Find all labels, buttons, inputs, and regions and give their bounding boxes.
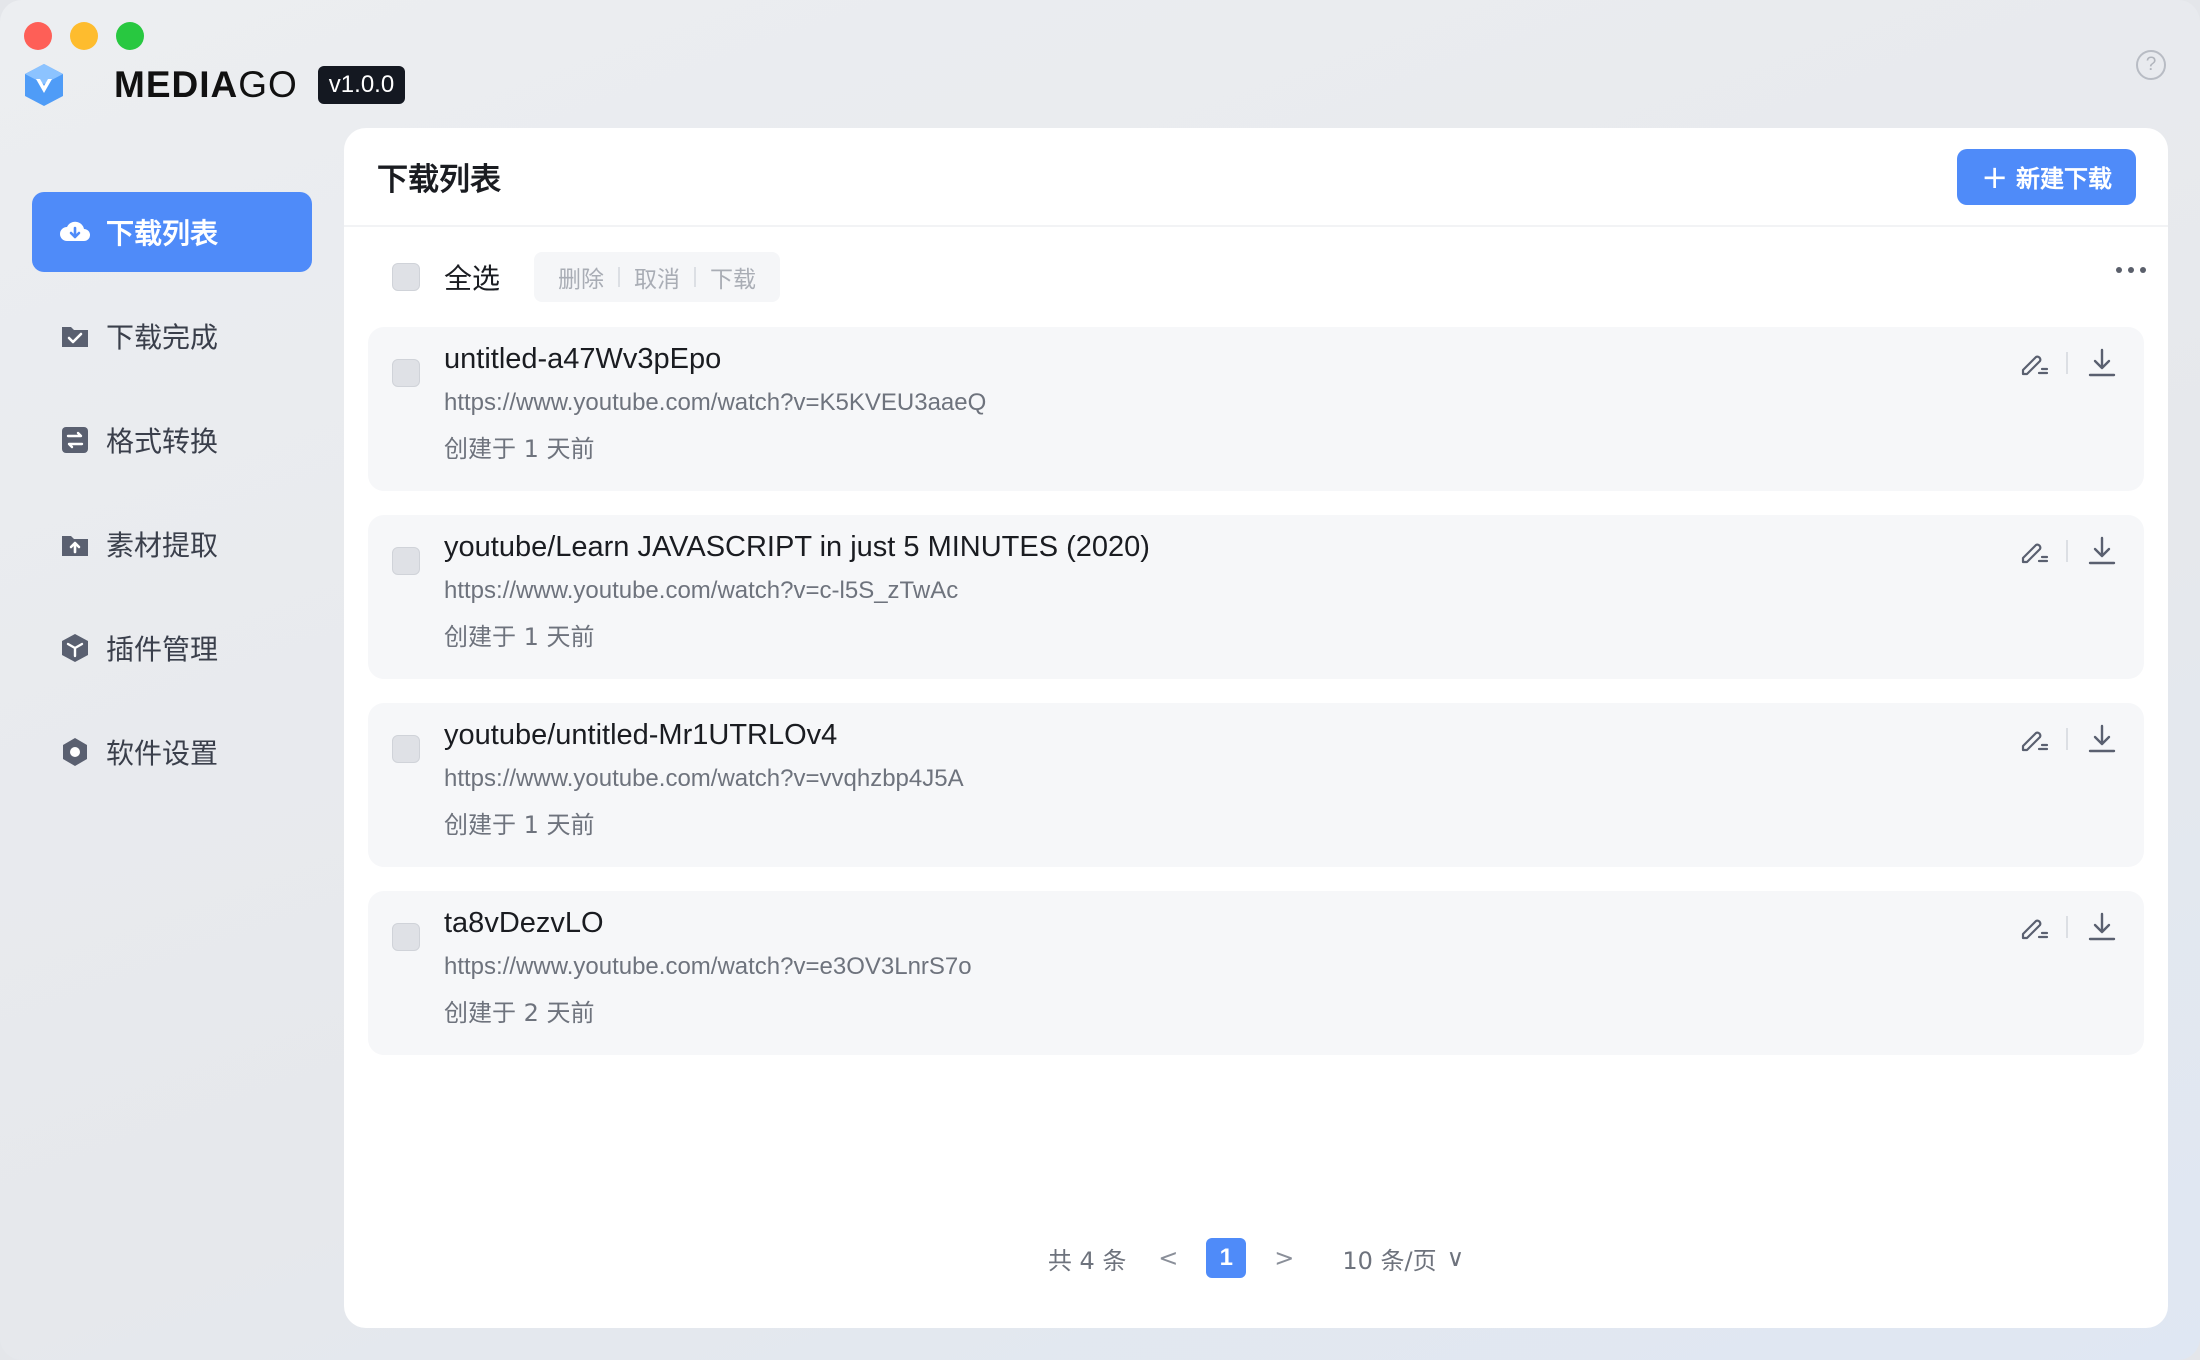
folder-check-icon [58,319,92,353]
item-actions [2016,721,2120,757]
item-title: youtube/Learn JAVASCRIPT in just 5 MINUT… [444,531,1150,563]
pagination-total: 共 4 条 [1047,1246,1127,1275]
sidebar-item-plugins[interactable]: 插件管理 [32,608,312,688]
item-created: 创建于 1 天前 [444,623,595,651]
edit-icon[interactable] [2016,533,2052,569]
select-all-label[interactable]: 全选 [444,257,500,297]
plugin-cube-icon [58,631,92,665]
version-badge: v1.0.0 [317,66,406,104]
divider [2066,728,2068,750]
item-created: 创建于 1 天前 [444,435,595,463]
edit-icon[interactable] [2016,909,2052,945]
new-download-label: 新建下载 [2016,165,2112,193]
list-item: untitled-a47Wv3pEpo https://www.youtube.… [368,327,2144,491]
item-checkbox[interactable] [392,735,420,763]
divider [2066,352,2068,374]
item-title: untitled-a47Wv3pEpo [444,343,722,375]
item-url: https://www.youtube.com/watch?v=c-l5S_zT… [444,577,959,604]
page-size-label: 10 条/页 [1342,1246,1437,1275]
download-icon[interactable] [2084,533,2120,569]
window-controls [24,22,144,50]
next-page-button[interactable]: > [1266,1244,1302,1272]
brand: MEDIAGO v1.0.0 [22,60,406,110]
sidebar-item-label: 软件设置 [106,737,219,770]
sidebar: 下载列表 下载完成 格式转换 素材提取 插件管理 软件设置 [32,192,312,816]
close-window-button[interactable] [24,22,52,50]
edit-icon[interactable] [2016,721,2052,757]
item-url: https://www.youtube.com/watch?v=K5KVEU3a… [444,389,987,416]
app-logo-icon [25,64,63,106]
sidebar-item-label: 下载列表 [106,217,219,250]
item-checkbox[interactable] [392,923,420,951]
edit-icon[interactable] [2016,345,2052,381]
help-icon[interactable]: ? [2136,50,2166,80]
new-download-button[interactable]: + 新建下载 [1957,148,2136,205]
download-icon[interactable] [2084,909,2120,945]
item-checkbox[interactable] [392,547,420,575]
download-icon[interactable] [2084,721,2120,757]
sidebar-item-label: 插件管理 [106,633,219,666]
item-url: https://www.youtube.com/watch?v=e3OV3Lnr… [444,953,972,980]
page-button-current[interactable]: 1 [1206,1238,1247,1278]
sidebar-item-settings[interactable]: 软件设置 [32,712,312,792]
item-title: ta8vDezvLO [444,907,604,939]
sidebar-item-download-list[interactable]: 下载列表 [32,192,312,272]
gear-icon [58,735,92,769]
list-item: youtube/untitled-Mr1UTRLOv4 https://www.… [368,703,2144,867]
select-all-checkbox[interactable] [392,263,420,291]
item-title: youtube/untitled-Mr1UTRLOv4 [444,719,838,751]
maximize-window-button[interactable] [116,22,144,50]
sidebar-item-extract[interactable]: 素材提取 [32,504,312,584]
item-actions [2016,909,2120,945]
main-panel: 下载列表 + 新建下载 全选 删除 取消 下载 untitled-a47Wv3p… [344,128,2168,1328]
item-created: 创建于 1 天前 [444,811,595,839]
minimize-window-button[interactable] [70,22,98,50]
sidebar-item-label: 素材提取 [106,529,219,562]
item-created: 创建于 2 天前 [444,999,595,1027]
sidebar-item-download-complete[interactable]: 下载完成 [32,296,312,376]
extract-icon [58,527,92,561]
convert-icon [58,423,92,457]
app-name: MEDIAGO [114,64,298,105]
list-item: youtube/Learn JAVASCRIPT in just 5 MINUT… [368,515,2144,679]
main-header: 下载列表 + 新建下载 [344,128,2168,227]
bulk-delete-button[interactable]: 删除 [544,260,618,294]
prev-page-button[interactable]: < [1150,1244,1186,1272]
download-icon[interactable] [2084,345,2120,381]
plus-icon: + [1981,157,2008,196]
item-actions [2016,345,2120,381]
pagination: 共 4 条 < 1 > 10 条/页 ∨ [344,1238,2168,1278]
chevron-down-icon: ∨ [1446,1244,1465,1272]
list-toolbar: 全选 删除 取消 下载 [344,227,2168,327]
app-window: MEDIAGO v1.0.0 ? 下载列表 下载完成 格式转换 素材提取 插件管… [0,0,2200,1360]
bulk-cancel-button[interactable]: 取消 [620,260,694,294]
page-title: 下载列表 [377,162,501,198]
item-actions [2016,533,2120,569]
page-size-select[interactable]: 10 条/页 ∨ [1342,1241,1464,1276]
item-checkbox[interactable] [392,359,420,387]
divider [2066,916,2068,938]
divider [2066,540,2068,562]
sidebar-item-label: 格式转换 [106,425,219,458]
sidebar-item-label: 下载完成 [106,321,219,354]
more-icon[interactable] [2116,267,2146,273]
item-url: https://www.youtube.com/watch?v=vvqhzbp4… [444,765,964,792]
sidebar-item-format-convert[interactable]: 格式转换 [32,400,312,480]
bulk-download-button[interactable]: 下载 [696,260,770,294]
cloud-download-icon [58,215,92,249]
download-list: untitled-a47Wv3pEpo https://www.youtube.… [344,327,2168,1055]
list-item: ta8vDezvLO https://www.youtube.com/watch… [368,891,2144,1055]
bulk-action-group: 删除 取消 下载 [534,252,781,302]
